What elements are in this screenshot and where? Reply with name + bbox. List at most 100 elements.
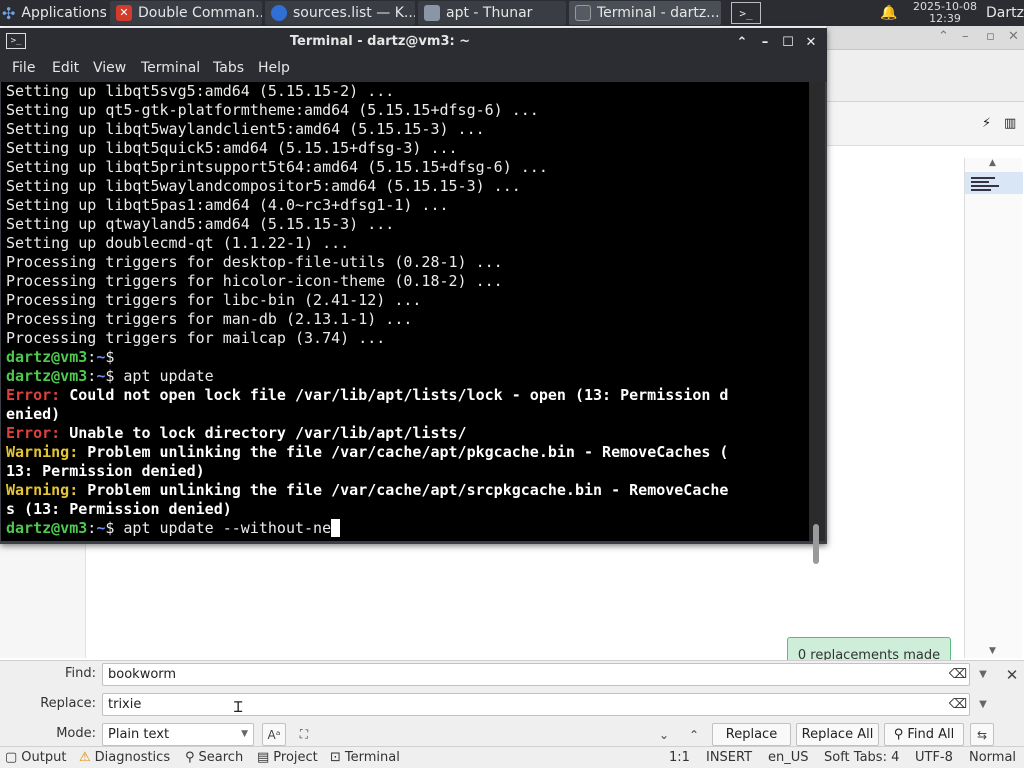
menu-tabs[interactable]: Tabs (213, 60, 244, 76)
replace-button[interactable]: Replace (712, 723, 791, 746)
error-text: Unable to lock directory /var/lib/apt/li… (60, 424, 467, 442)
terminal-launcher[interactable]: >_ (728, 0, 764, 26)
notification-bell-icon[interactable]: 🔔 (880, 0, 900, 26)
user-menu[interactable]: Dartz (986, 0, 1024, 26)
tool-search[interactable]: ⚲ Search (185, 750, 243, 765)
terminal-line: Setting up libqt5svg5:amd64 (5.15.15-2) … (6, 82, 395, 100)
selection-only-icon[interactable]: ⛶ (292, 723, 316, 746)
kate-titlebar: ⌃ – ▫ ✕ (826, 26, 1024, 50)
terminal-title: Terminal - dartz@vm3: ~ (289, 34, 471, 49)
output-icon: ▢ (5, 750, 18, 765)
prompt-separator: : (87, 367, 97, 385)
mode-value: Plain text (108, 727, 170, 742)
prompt-separator: : (87, 348, 97, 366)
text-cursor (331, 519, 341, 537)
warning-label: Warning: (6, 443, 79, 461)
warning-text-wrap: 13: Permission denied) (6, 462, 205, 480)
terminal-launcher-icon: >_ (731, 2, 761, 24)
minimize-icon[interactable]: – (756, 32, 774, 52)
taskbar-window-thunar[interactable]: apt - Thunar (418, 1, 566, 25)
cursor-position[interactable]: 1:1 (669, 750, 690, 765)
find-next-icon[interactable]: ⌄ (652, 723, 676, 746)
warning-label: Warning: (6, 481, 79, 499)
window-title: Double Comman... (138, 5, 262, 21)
tool-terminal[interactable]: ⊡ Terminal (330, 750, 400, 765)
terminal-screen[interactable]: Setting up libqt5svg5:amd64 (5.15.15-2) … (1, 82, 809, 541)
clock-time: 12:39 (929, 12, 961, 25)
command-text: apt update (114, 367, 214, 385)
error-label: Error: (6, 424, 61, 442)
replace-button-label: Replace (725, 727, 778, 742)
kate-icon (271, 5, 287, 21)
terminal-scrollbar[interactable] (809, 82, 825, 564)
terminal-line: Setting up qtwayland5:amd64 (5.15.15-3) … (6, 215, 395, 233)
indentation-setting[interactable]: Soft Tabs: 4 (824, 750, 899, 765)
search-icon: ⚲ (185, 750, 195, 765)
split-view-icon[interactable]: ▥ (1004, 116, 1016, 131)
menu-help[interactable]: Help (258, 60, 290, 76)
applications-label: Applications (21, 5, 106, 21)
clear-replace-icon[interactable]: ⌫ (948, 696, 968, 712)
encoding[interactable]: UTF-8 (915, 750, 953, 765)
lightning-icon[interactable]: ⚡ (982, 116, 991, 131)
prompt-user: dartz@vm3 (6, 348, 88, 366)
menu-edit[interactable]: Edit (52, 60, 79, 76)
prompt-path: ~ (96, 367, 106, 385)
kate-restore-icon[interactable]: – (962, 29, 969, 44)
xfce-logo-icon: ✣ (2, 3, 16, 23)
kate-minimize-icon[interactable]: ⌃ (938, 29, 949, 44)
tool-output[interactable]: ▢ Output (5, 750, 66, 765)
find-value: bookworm (108, 667, 177, 682)
command-input[interactable]: apt update --without-ne (114, 519, 331, 537)
clear-find-icon[interactable]: ⌫ (948, 666, 968, 682)
scrollbar-thumb[interactable] (813, 524, 819, 564)
menu-view[interactable]: View (93, 60, 126, 76)
search-options-icon[interactable]: ⇆ (970, 723, 994, 746)
input-mode[interactable]: Normal (969, 750, 1016, 765)
close-icon[interactable]: ✕ (802, 32, 820, 52)
terminal-titlebar[interactable]: >_ Terminal - dartz@vm3: ~ ⌃ – ☐ ✕ (0, 28, 827, 56)
scroll-down-icon[interactable]: ▼ (989, 646, 996, 656)
tool-search-label: Search (198, 750, 244, 765)
scroll-up-icon[interactable]: ▲ (989, 158, 996, 168)
replace-input[interactable]: trixie (102, 693, 970, 716)
replace-history-dropdown-icon[interactable]: ▼ (972, 693, 994, 716)
chevron-down-icon: ▼ (241, 729, 248, 739)
kate-close-icon[interactable]: ✕ (1008, 29, 1019, 44)
clock[interactable]: 2025-10-08 12:39 (908, 1, 982, 25)
mode-select[interactable]: Plain text ▼ (102, 723, 254, 746)
find-all-button[interactable]: ⚲ Find All (884, 723, 964, 746)
terminal-line: Setting up libqt5printsupport5t64:amd64 … (6, 158, 548, 176)
terminal-line: Processing triggers for libc-bin (2.41-1… (6, 291, 422, 309)
tool-diagnostics[interactable]: ⚠ Diagnostics (79, 750, 170, 765)
shade-icon[interactable]: ⌃ (733, 32, 751, 52)
menu-file[interactable]: File (12, 60, 35, 76)
tool-project[interactable]: ▤ Project (257, 750, 318, 765)
kate-toolbar-secondary: ⚡ ▥ (826, 102, 1024, 146)
taskbar-window-kate[interactable]: sources.list — K... (265, 1, 415, 25)
error-line: Error: Unable to lock directory /var/lib… (6, 424, 809, 443)
maximize-icon[interactable]: ☐ (779, 32, 797, 52)
taskbar-window-doublecmd[interactable]: ✕ Double Comman... (110, 1, 262, 25)
menu-terminal[interactable]: Terminal (141, 60, 200, 76)
window-title: Terminal - dartz... (597, 5, 720, 21)
prompt-user: dartz@vm3 (6, 367, 88, 385)
applications-menu[interactable]: ✣ Applications ≡ (2, 0, 106, 26)
taskbar-window-terminal[interactable]: Terminal - dartz... (569, 1, 721, 25)
status-bar: ▢ Output ⚠ Diagnostics ⚲ Search ▤ Project ⊡ T… (0, 746, 1024, 768)
find-history-dropdown-icon[interactable]: ▼ (972, 663, 994, 686)
minimap[interactable]: ▲ ▼ (964, 158, 1023, 658)
match-case-icon[interactable]: Aᵃ (262, 723, 286, 746)
insert-mode[interactable]: INSERT (706, 750, 752, 765)
find-input[interactable]: bookworm (102, 663, 970, 686)
kate-maximize-icon[interactable]: ▫ (986, 29, 995, 44)
prompt-line[interactable]: dartz@vm3:~$ apt update --without-ne (6, 519, 809, 538)
find-previous-icon[interactable]: ⌃ (682, 723, 706, 746)
replace-all-button[interactable]: Replace All (796, 723, 879, 746)
prompt-path: ~ (96, 348, 106, 366)
terminal-line: Processing triggers for mailcap (3.74) .… (6, 329, 386, 347)
close-findbar-icon[interactable]: ✕ (1000, 663, 1024, 686)
folder-icon (424, 5, 440, 21)
dictionary-language[interactable]: en_US (768, 750, 809, 765)
minimap-viewport[interactable] (965, 172, 1023, 194)
